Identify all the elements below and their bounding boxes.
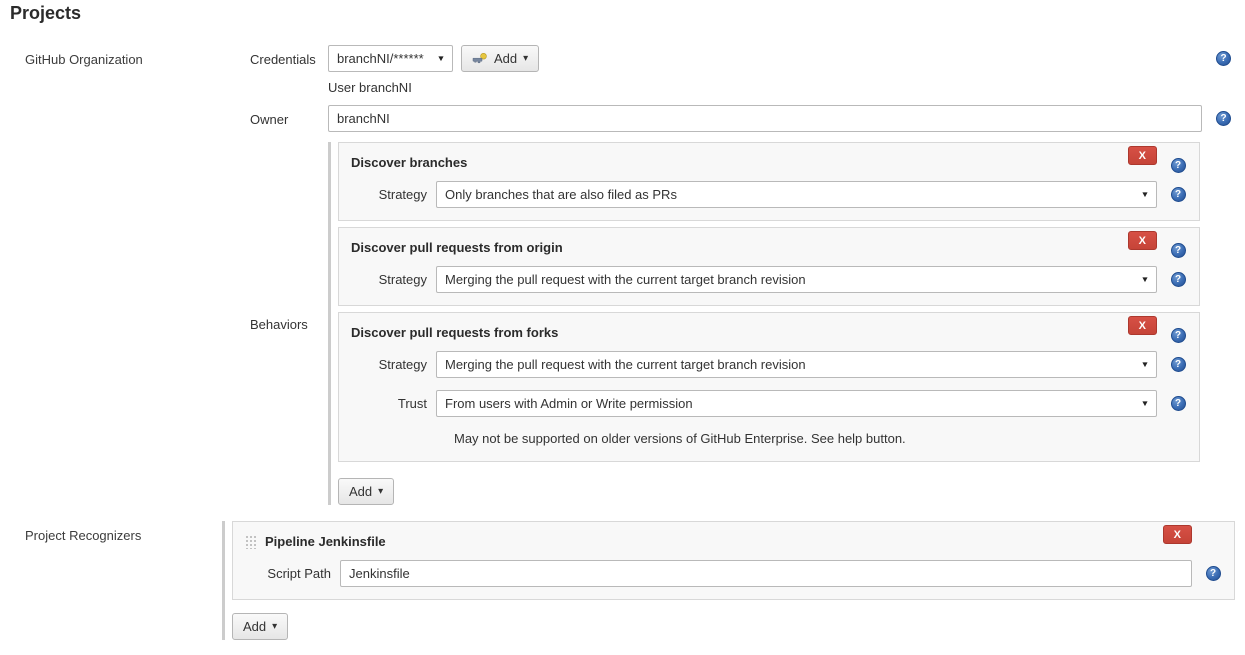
strategy-label: Strategy <box>351 357 436 372</box>
script-path-label: Script Path <box>245 566 340 581</box>
credentials-helper-row: User branchNI <box>250 80 1245 96</box>
strategy-select[interactable]: Merging the pull request with the curren… <box>436 266 1157 293</box>
strategy-select-value: Merging the pull request with the curren… <box>445 357 806 372</box>
delete-button[interactable]: X <box>1128 231 1157 250</box>
chevron-down-icon: ▾ <box>272 622 277 632</box>
add-behavior-button[interactable]: Add ▾ <box>338 478 394 505</box>
help-icon[interactable]: ? <box>1206 566 1221 581</box>
add-behavior-label: Add <box>349 483 372 500</box>
chevron-down-icon: ▾ <box>378 487 383 497</box>
strategy-select-value: Merging the pull request with the curren… <box>445 272 806 287</box>
strategy-select[interactable]: Merging the pull request with the curren… <box>436 351 1157 378</box>
behavior-chunk-discover-branches: Discover branches X ? Strategy <box>338 142 1200 221</box>
chevron-down-icon: ▼ <box>1141 191 1150 199</box>
owner-row: Owner ? <box>250 105 1245 132</box>
section-github-organization: GitHub Organization Credentials branchNI… <box>0 45 1245 505</box>
help-icon[interactable]: ? <box>1171 243 1186 258</box>
chevron-down-icon: ▼ <box>1141 361 1150 369</box>
project-recognizers-label: Project Recognizers <box>0 521 222 543</box>
credentials-label: Credentials <box>250 51 328 67</box>
help-icon[interactable]: ? <box>1216 111 1231 126</box>
chunk-title: Pipeline Jenkinsfile <box>265 522 1163 560</box>
owner-input[interactable] <box>328 105 1202 132</box>
strategy-label: Strategy <box>351 187 436 202</box>
strategy-select[interactable]: Only branches that are also filed as PRs… <box>436 181 1157 208</box>
key-icon <box>472 53 488 64</box>
add-recognizer-button[interactable]: Add ▾ <box>232 613 288 640</box>
trust-select[interactable]: From users with Admin or Write permissio… <box>436 390 1157 417</box>
help-icon[interactable]: ? <box>1171 357 1186 372</box>
recognizers-list: Pipeline Jenkinsfile X Script Path ? <box>222 521 1235 640</box>
section-project-recognizers: Project Recognizers Pipeline Jenkinsfile… <box>0 521 1245 640</box>
credentials-row: Credentials branchNI/****** ▼ Add ▾ <box>250 45 1245 72</box>
help-icon[interactable]: ? <box>1171 328 1186 343</box>
chunk-title: Discover branches <box>351 143 1128 181</box>
drag-handle-icon[interactable] <box>245 535 258 549</box>
credentials-select-value: branchNI/****** <box>337 51 424 66</box>
help-icon[interactable]: ? <box>1171 396 1186 411</box>
chevron-down-icon: ▼ <box>437 55 446 63</box>
github-organization-label: GitHub Organization <box>0 45 250 67</box>
help-icon[interactable]: ? <box>1171 187 1186 202</box>
delete-button[interactable]: X <box>1128 146 1157 165</box>
help-icon[interactable]: ? <box>1216 51 1231 66</box>
owner-label: Owner <box>250 111 328 127</box>
help-icon[interactable]: ? <box>1171 272 1186 287</box>
chunk-title: Discover pull requests from forks <box>351 313 1128 351</box>
config-form: GitHub Organization Credentials branchNI… <box>0 45 1245 640</box>
delete-button[interactable]: X <box>1163 525 1192 544</box>
strategy-label: Strategy <box>351 272 436 287</box>
trust-label: Trust <box>351 396 436 411</box>
behaviors-row: Behaviors Discover branches X ? <box>250 142 1245 505</box>
chevron-down-icon: ▼ <box>1141 276 1150 284</box>
page-title: Projects <box>0 0 1245 24</box>
behavior-chunk-discover-pr-forks: Discover pull requests from forks X ? St… <box>338 312 1200 462</box>
behavior-chunk-discover-pr-origin: Discover pull requests from origin X ? S… <box>338 227 1200 306</box>
add-credentials-button[interactable]: Add ▾ <box>461 45 539 72</box>
script-path-input[interactable] <box>340 560 1192 587</box>
credentials-select[interactable]: branchNI/****** ▼ <box>328 45 453 72</box>
recognizer-chunk-pipeline-jenkinsfile: Pipeline Jenkinsfile X Script Path ? <box>232 521 1235 600</box>
behaviors-label: Behaviors <box>250 316 328 332</box>
chevron-down-icon: ▾ <box>523 54 528 64</box>
credentials-helper-text: User branchNI <box>328 80 1202 96</box>
behaviors-list: Discover branches X ? Strategy <box>328 142 1200 505</box>
strategy-select-value: Only branches that are also filed as PRs <box>445 187 677 202</box>
chunk-title: Discover pull requests from origin <box>351 228 1128 266</box>
delete-button[interactable]: X <box>1128 316 1157 335</box>
trust-note: May not be supported on older versions o… <box>454 431 1199 447</box>
add-credentials-label: Add <box>494 50 517 67</box>
help-icon[interactable]: ? <box>1171 158 1186 173</box>
trust-select-value: From users with Admin or Write permissio… <box>445 396 693 411</box>
chevron-down-icon: ▼ <box>1141 400 1150 408</box>
add-recognizer-label: Add <box>243 618 266 635</box>
